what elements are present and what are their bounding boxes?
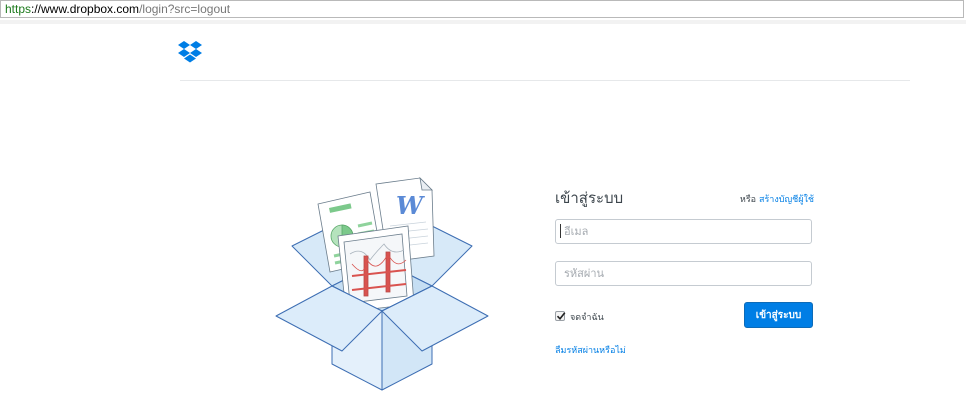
create-account-link[interactable]: สร้างบัญชีผู้ใช้ <box>759 195 814 205</box>
signup-prompt: หรือ สร้างบัญชีผู้ใช้ <box>740 192 814 206</box>
password-field[interactable] <box>555 261 812 286</box>
checkmark-icon <box>556 312 566 321</box>
address-bar[interactable]: https://www.dropbox.com/login?src=logout <box>0 0 964 18</box>
url-host: ://www.dropbox.com <box>31 2 140 16</box>
remember-me-label: จดจำฉัน <box>570 313 604 323</box>
svg-text:W: W <box>396 191 425 220</box>
open-box-with-documents-illustration: W <box>275 176 489 391</box>
text-caret <box>560 224 561 238</box>
url-path: /login?src=logout <box>139 2 231 16</box>
signup-or-text: หรือ <box>739 195 757 205</box>
url-scheme: https <box>5 2 32 16</box>
header-divider <box>180 80 910 81</box>
address-url[interactable]: https://www.dropbox.com/login?src=logout <box>5 2 230 16</box>
remember-me-checkbox[interactable] <box>555 311 566 321</box>
forgot-password-link[interactable]: ลืมรหัสผ่านหรือไม่ <box>555 343 626 357</box>
login-submit-button[interactable]: เข้าสู่ระบบ <box>744 302 813 328</box>
dropbox-logo-icon[interactable] <box>178 41 202 63</box>
email-field[interactable] <box>555 219 812 244</box>
toolbar-divider <box>0 20 966 24</box>
login-title: เข้าสู่ระบบ <box>555 189 624 207</box>
